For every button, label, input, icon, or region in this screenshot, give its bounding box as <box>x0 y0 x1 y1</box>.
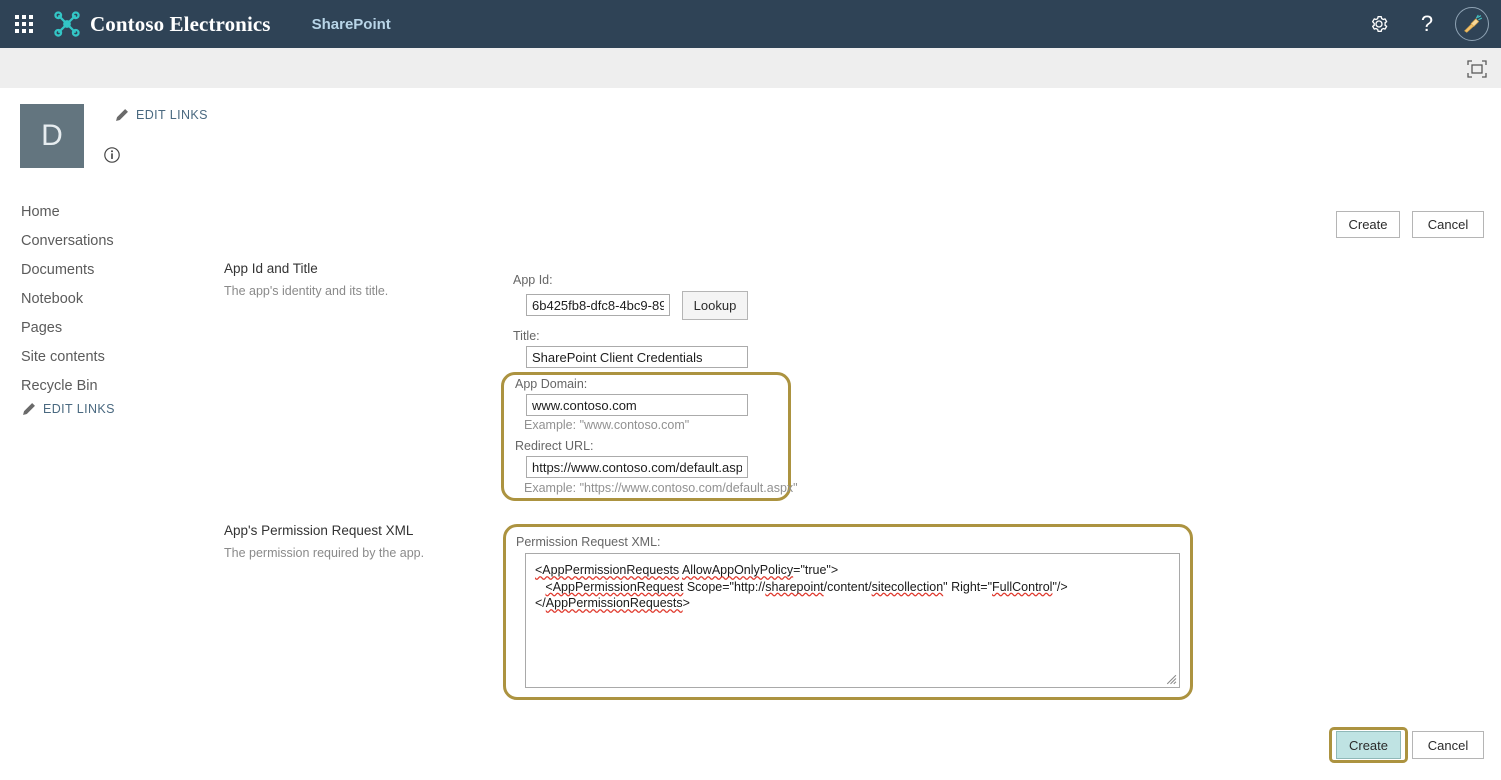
brand-name: Contoso Electronics <box>90 12 271 37</box>
suite-bar: Contoso Electronics SharePoint ? <box>0 0 1501 48</box>
sidebar-item-home[interactable]: Home <box>21 198 201 227</box>
info-circle-icon <box>103 146 121 164</box>
sidebar-item-recycle-bin[interactable]: Recycle Bin <box>21 372 201 401</box>
redirect-url-label: Redirect URL: <box>515 439 594 453</box>
section-desc-app-id: The app's identity and its title. <box>224 284 388 298</box>
ribbon-bar <box>0 48 1501 89</box>
sidebar-item-documents[interactable]: Documents <box>21 256 201 285</box>
app-id-input[interactable] <box>526 294 670 316</box>
edit-links-bottom-label: EDIT LINKS <box>43 402 115 416</box>
title-input[interactable] <box>526 346 748 368</box>
sidebar-item-notebook[interactable]: Notebook <box>21 285 201 314</box>
section-title-app-id: App Id and Title <box>224 261 318 276</box>
app-launcher-button[interactable] <box>0 0 48 48</box>
gear-icon <box>1369 14 1389 34</box>
pencil-icon <box>115 108 129 122</box>
focus-on-content-icon <box>1466 59 1488 79</box>
site-info-button[interactable] <box>103 146 121 164</box>
focus-on-content-button[interactable] <box>1463 56 1491 82</box>
permission-xml-textarea[interactable]: <AppPermissionRequests AllowAppOnlyPolic… <box>525 553 1180 688</box>
site-navigation: Home Conversations Documents Notebook Pa… <box>21 198 201 401</box>
permission-xml-content: <AppPermissionRequests AllowAppOnlyPolic… <box>526 554 1179 620</box>
app-domain-hint: Example: "www.contoso.com" <box>524 418 689 432</box>
edit-links-bottom-button[interactable]: EDIT LINKS <box>22 402 115 416</box>
section-desc-permission: The permission required by the app. <box>224 546 424 560</box>
redirect-url-hint: Example: "https://www.contoso.com/defaul… <box>524 481 798 495</box>
app-domain-label: App Domain: <box>515 377 587 391</box>
textarea-resize-grip[interactable] <box>1164 672 1177 685</box>
app-domain-input[interactable] <box>526 394 748 416</box>
settings-button[interactable] <box>1355 0 1403 48</box>
cancel-button-top[interactable]: Cancel <box>1412 211 1484 238</box>
site-logo: D <box>20 104 84 168</box>
question-mark-icon: ? <box>1421 13 1433 35</box>
create-button-top[interactable]: Create <box>1336 211 1400 238</box>
suite-bar-actions: ? <box>1355 0 1501 48</box>
brand-link[interactable]: Contoso Electronics <box>53 10 271 38</box>
title-label: Title: <box>513 329 540 343</box>
contoso-drone-logo-icon <box>53 10 81 38</box>
lookup-button[interactable]: Lookup <box>682 291 748 320</box>
help-button[interactable]: ? <box>1403 0 1451 48</box>
sidebar-item-pages[interactable]: Pages <box>21 314 201 343</box>
user-avatar[interactable] <box>1455 7 1489 41</box>
sidebar-item-site-contents[interactable]: Site contents <box>21 343 201 372</box>
megaphone-icon <box>1461 13 1483 35</box>
cancel-button-bottom[interactable]: Cancel <box>1412 731 1484 759</box>
redirect-url-input[interactable] <box>526 456 748 478</box>
create-button-bottom[interactable]: Create <box>1336 731 1401 759</box>
edit-links-top-button[interactable]: EDIT LINKS <box>115 108 208 122</box>
pencil-icon <box>22 402 36 416</box>
app-id-label: App Id: <box>513 273 553 287</box>
permission-xml-label: Permission Request XML: <box>516 535 661 549</box>
suite-nav-sharepoint[interactable]: SharePoint <box>312 16 391 33</box>
section-title-permission: App's Permission Request XML <box>224 523 413 538</box>
edit-links-top-label: EDIT LINKS <box>136 108 208 122</box>
sidebar-item-conversations[interactable]: Conversations <box>21 227 201 256</box>
waffle-icon <box>15 15 33 33</box>
